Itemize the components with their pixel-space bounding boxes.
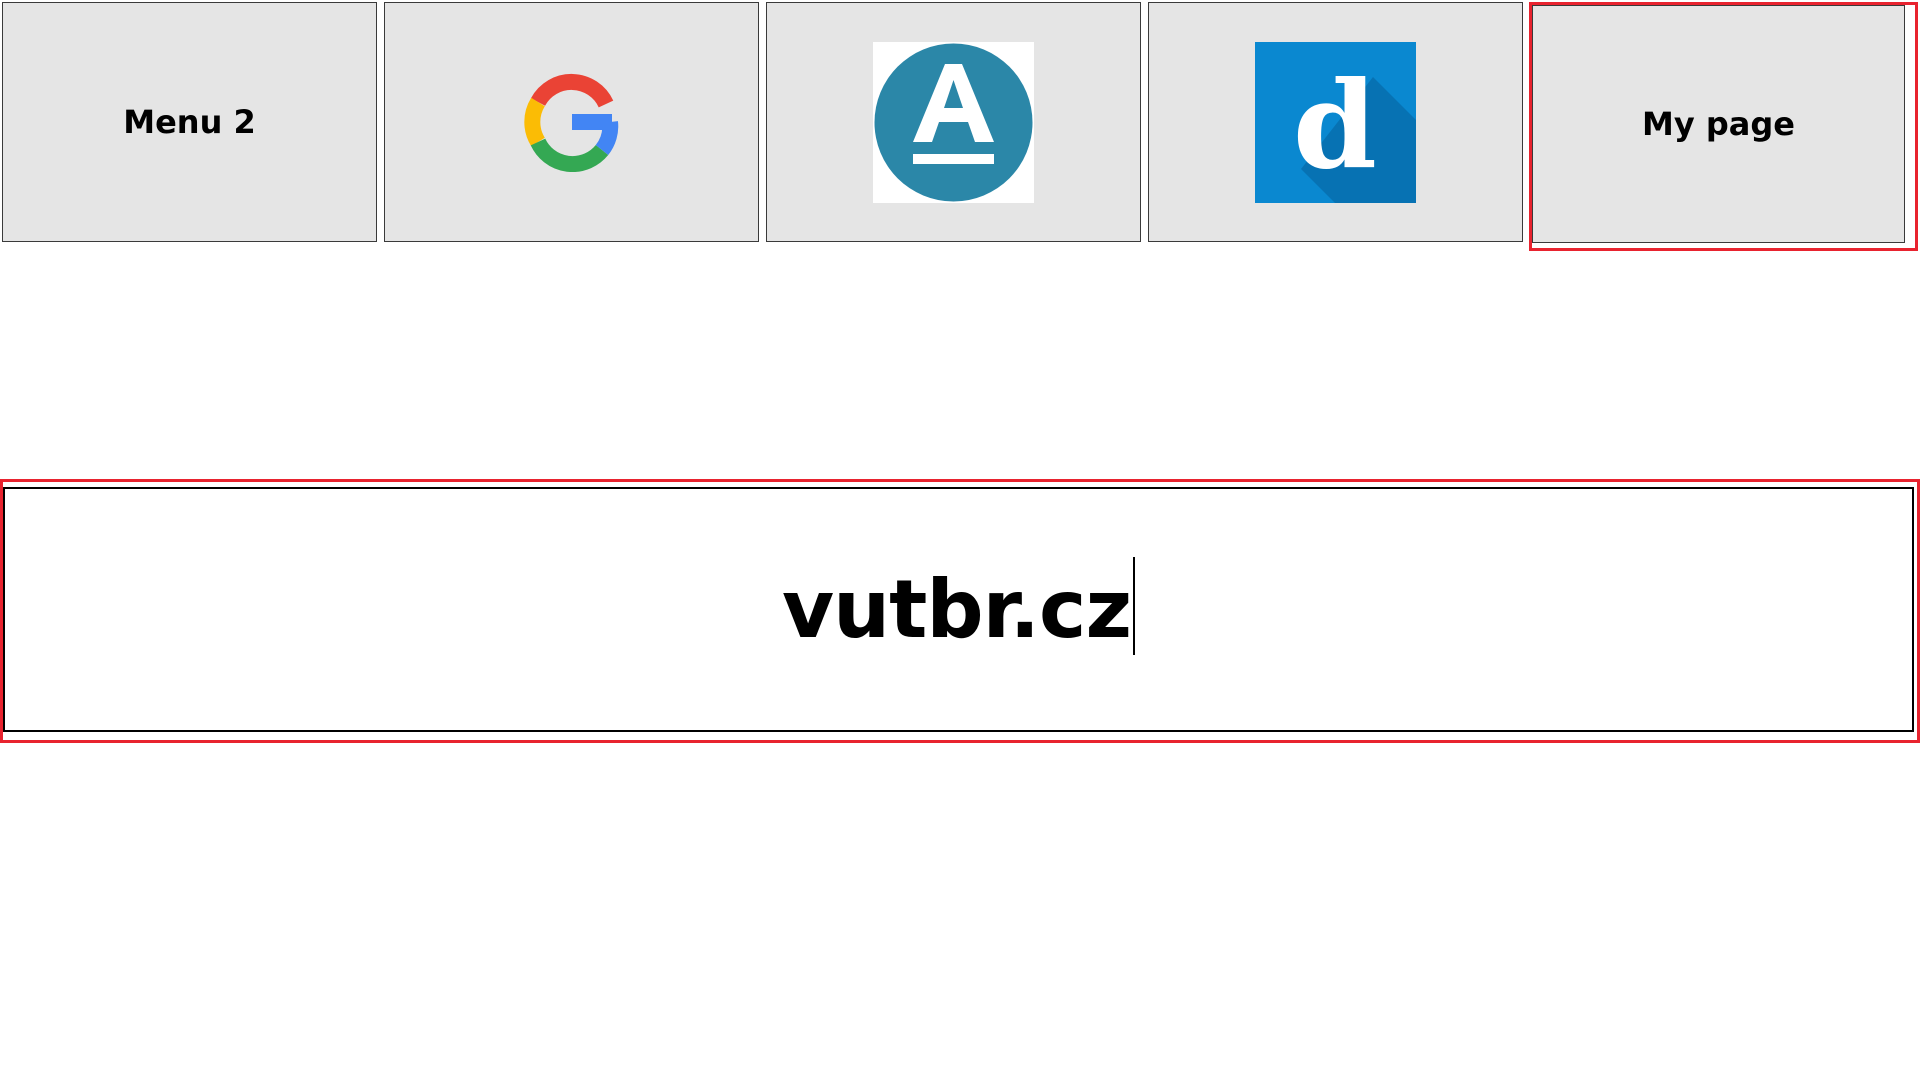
my-page-label: My page	[1642, 105, 1795, 143]
page: Menu 2 d My page vutbr.cz	[0, 0, 1920, 1080]
svg-text:d: d	[1293, 55, 1377, 196]
d-logo-button[interactable]: d	[1148, 2, 1523, 242]
google-button[interactable]	[384, 2, 759, 242]
letter-d-logo-icon: d	[1255, 41, 1416, 203]
google-logo-icon	[523, 73, 618, 172]
my-page-button[interactable]: My page	[1532, 5, 1905, 243]
menu-2-label: Menu 2	[123, 103, 256, 141]
letter-a-circle-logo-icon	[873, 41, 1034, 203]
a-logo-button[interactable]	[766, 2, 1141, 242]
text-caret	[1133, 556, 1136, 655]
url-input[interactable]: vutbr.cz	[3, 487, 1914, 732]
menu-2-button[interactable]: Menu 2	[2, 2, 377, 242]
url-input-value: vutbr.cz	[781, 563, 1132, 656]
